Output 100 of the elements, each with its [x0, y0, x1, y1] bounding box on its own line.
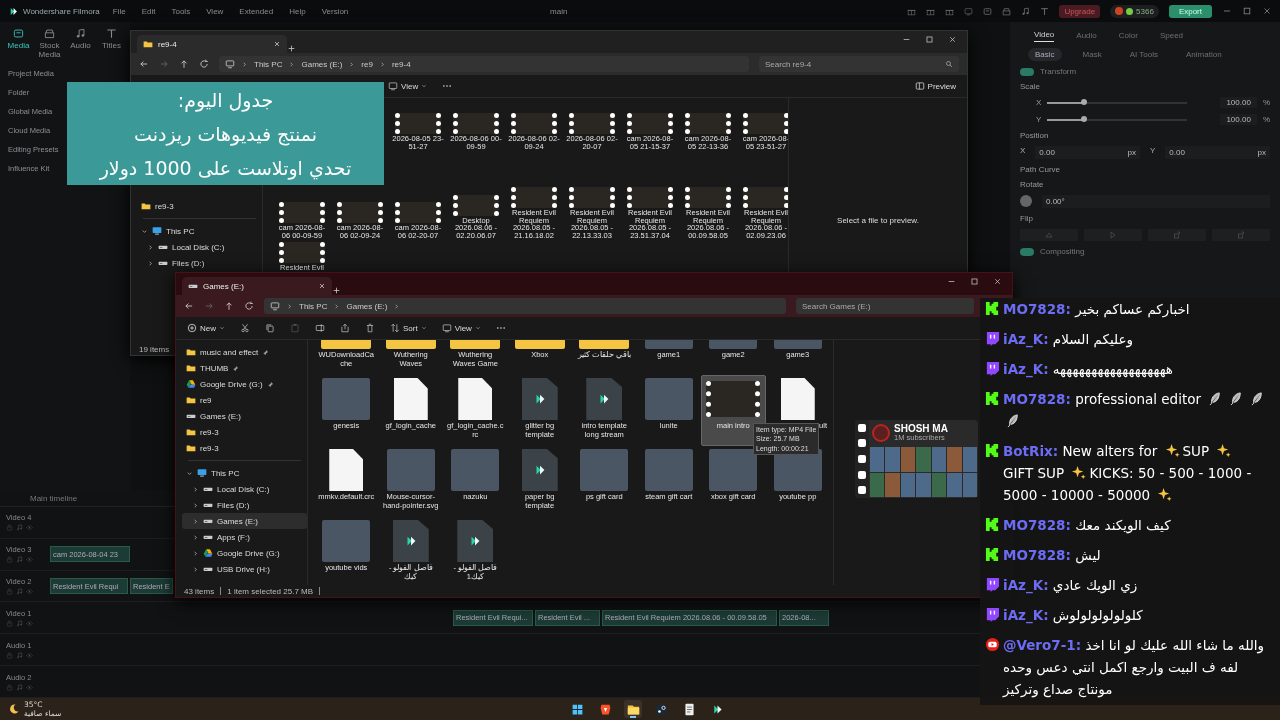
up-icon[interactable]: [179, 59, 189, 69]
sidebar-item[interactable]: Files (D:): [182, 497, 307, 513]
new-tab-icon[interactable]: [332, 286, 341, 295]
sidebar-item[interactable]: re9: [182, 392, 307, 408]
new-tab-icon[interactable]: [287, 44, 296, 53]
breadcrumb[interactable]: Games (E:): [346, 301, 388, 311]
property-tab[interactable]: Audio: [1076, 28, 1097, 42]
share-button[interactable]: [339, 322, 351, 334]
value-field[interactable]: 100.00: [1220, 97, 1257, 108]
sidebar-item[interactable]: USB Drive (H:): [182, 561, 307, 577]
forward-icon[interactable]: [204, 301, 214, 311]
sidebar-item[interactable]: Games (E:): [182, 408, 307, 424]
toolbar-icon[interactable]: [1021, 6, 1031, 16]
sidebar-item[interactable]: Local Disk (C:): [137, 239, 262, 255]
property-subtab[interactable]: Basic: [1028, 48, 1062, 61]
cut-button[interactable]: [239, 322, 251, 334]
value-field[interactable]: 0.00 px: [1165, 146, 1270, 159]
maximize-icon[interactable]: [925, 34, 934, 44]
breadcrumb[interactable]: re9-4: [391, 59, 411, 69]
slider-fill[interactable]: [1047, 118, 1084, 121]
maximize-icon[interactable]: [970, 276, 979, 286]
breadcrumb[interactable]: re9: [361, 59, 373, 69]
back-icon[interactable]: [139, 59, 149, 69]
menu-item[interactable]: Extended: [236, 6, 277, 16]
chevron-icon[interactable]: [192, 485, 199, 493]
slider-track[interactable]: [1047, 101, 1188, 104]
window-tab[interactable]: Games (E:): [182, 277, 332, 295]
sidebar-item[interactable]: Games (E:): [182, 513, 307, 529]
slider-track[interactable]: [1047, 118, 1188, 121]
chevron-icon[interactable]: [141, 227, 148, 235]
media-tab[interactable]: Titles: [97, 28, 126, 59]
taskbar-app[interactable]: [624, 700, 642, 718]
chevron-icon[interactable]: [186, 469, 193, 477]
media-tab[interactable]: Media: [4, 28, 33, 59]
address-bar[interactable]: This PC Games (E:): [264, 298, 786, 314]
upgrade-button[interactable]: Upgrade: [1059, 4, 1101, 18]
property-subtab[interactable]: Mask: [1075, 48, 1109, 61]
chevron-icon[interactable]: [192, 517, 199, 525]
chevron-icon[interactable]: [147, 259, 154, 267]
sidebar-item[interactable]: Files (D:): [137, 255, 262, 271]
sidebar-item[interactable]: Google Drive (G:): [182, 376, 307, 392]
export-button[interactable]: Export: [1168, 4, 1212, 18]
toolbar-icon[interactable]: [1002, 6, 1012, 16]
sidebar-item[interactable]: This PC: [182, 465, 307, 481]
preview-button[interactable]: Preview: [913, 80, 957, 92]
rename-button[interactable]: [314, 322, 326, 334]
chevron-icon[interactable]: [192, 533, 199, 541]
menu-item[interactable]: Tools: [168, 6, 194, 16]
up-icon[interactable]: [224, 301, 234, 311]
toggle-switch[interactable]: [1020, 247, 1034, 256]
delete-button[interactable]: [364, 322, 376, 334]
refresh-icon[interactable]: [244, 301, 254, 311]
slider-fill[interactable]: [1047, 101, 1084, 104]
value-field[interactable]: 100.00: [1220, 114, 1257, 125]
media-tab[interactable]: Stock Media: [35, 28, 64, 59]
refresh-icon[interactable]: [199, 59, 209, 69]
breadcrumb[interactable]: This PC: [299, 301, 328, 311]
sort-button[interactable]: Sort: [389, 322, 428, 334]
menu-item[interactable]: View: [203, 6, 227, 16]
value-field[interactable]: 0.00 px: [1035, 146, 1140, 159]
property-subtab[interactable]: AI Tools: [1122, 48, 1165, 61]
sidebar-item[interactable]: Local Disk (C:): [182, 481, 307, 497]
toolbar-icon[interactable]: [983, 6, 993, 16]
menu-item[interactable]: Help: [286, 6, 309, 16]
sidebar-item[interactable]: re9-3: [182, 424, 307, 440]
property-subtab[interactable]: Animation: [1179, 48, 1229, 61]
view-button[interactable]: View: [387, 80, 429, 92]
sidebar-item[interactable]: re9-3: [182, 440, 307, 456]
back-icon[interactable]: [184, 301, 194, 311]
sidebar-item[interactable]: THUMB: [182, 360, 307, 376]
chevron-icon[interactable]: [147, 243, 154, 251]
breadcrumb[interactable]: Games (E:): [301, 59, 343, 69]
sidebar-item[interactable]: music and effect: [182, 344, 307, 360]
property-tab[interactable]: Video: [1034, 28, 1055, 42]
rotate-dial[interactable]: [1020, 195, 1032, 207]
close-icon[interactable]: [993, 276, 1002, 286]
sidebar-item[interactable]: This PC: [137, 223, 262, 239]
close-icon[interactable]: [1262, 6, 1272, 16]
sidebar-item[interactable]: Google Drive (G:): [182, 545, 307, 561]
close-icon[interactable]: [948, 34, 957, 44]
search-field[interactable]: Search re9-4: [759, 56, 959, 72]
sidebar-item[interactable]: Apps (F:): [182, 529, 307, 545]
property-tab[interactable]: Color: [1118, 28, 1138, 42]
value-field[interactable]: 0.00°: [1042, 195, 1270, 208]
toggle-switch[interactable]: [1020, 67, 1034, 76]
breadcrumb[interactable]: This PC: [254, 59, 283, 69]
copy-button[interactable]: [264, 322, 276, 334]
property-tab[interactable]: Speed: [1159, 28, 1184, 42]
chevron-icon[interactable]: [192, 549, 199, 557]
chevron-icon[interactable]: [192, 501, 199, 509]
chevron-icon[interactable]: [192, 565, 199, 573]
menu-item[interactable]: Edit: [138, 6, 159, 16]
menu-item[interactable]: Version: [318, 6, 352, 16]
new-button[interactable]: New: [186, 322, 226, 334]
maximize-icon[interactable]: [1242, 6, 1252, 16]
sidebar-item[interactable]: re9-3: [137, 198, 262, 214]
window-tab[interactable]: re9-4: [137, 35, 287, 53]
toolbar-icon[interactable]: [1040, 6, 1050, 16]
menu-item[interactable]: File: [109, 6, 129, 16]
search-field[interactable]: Search Games (E:): [796, 298, 974, 314]
